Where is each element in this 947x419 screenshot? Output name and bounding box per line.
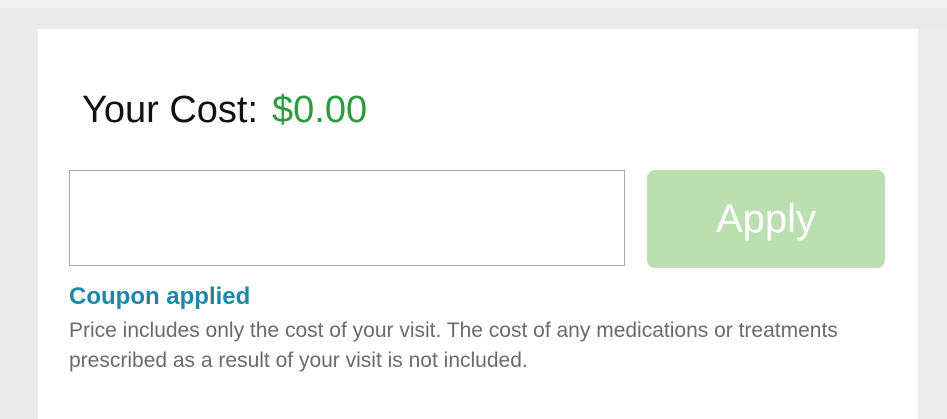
cost-card: Your Cost: $0.00 Apply Coupon applied Pri… <box>38 29 918 419</box>
right-edge <box>918 29 947 419</box>
cost-label: Your Cost: <box>82 89 259 131</box>
cost-value: $0.00 <box>272 89 368 131</box>
top-edge <box>0 0 947 8</box>
apply-coupon-button[interactable]: Apply <box>647 170 885 268</box>
your-cost-row: Your Cost: $0.00 <box>82 87 367 133</box>
coupon-code-input[interactable] <box>69 170 625 266</box>
price-disclaimer: Price includes only the cost of your vis… <box>69 319 838 372</box>
coupon-status-message: Coupon applied <box>69 283 251 310</box>
